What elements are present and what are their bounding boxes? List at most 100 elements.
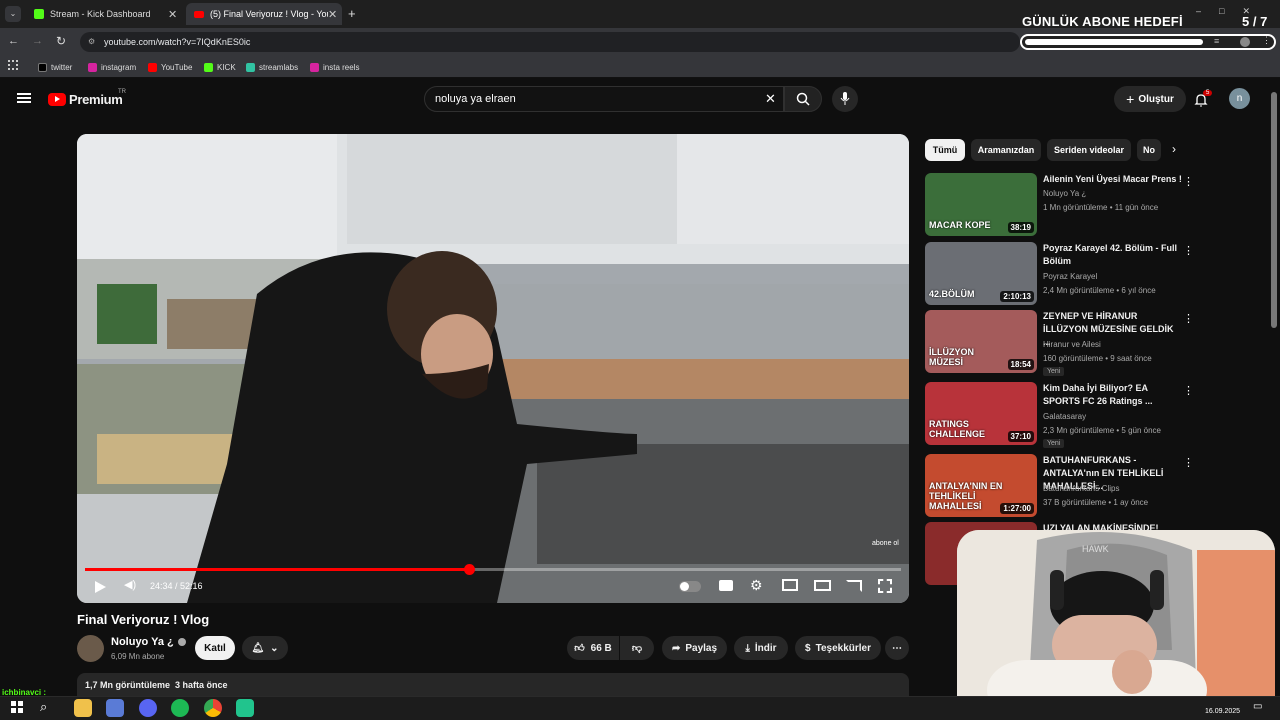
create-button[interactable]: + Oluştur <box>1114 86 1186 112</box>
recommendation-card[interactable]: 42.BÖLÜM 2:10:13 Poyraz Karayel 42. Bölüm … <box>925 242 1270 306</box>
site-info-icon[interactable]: ⚙ <box>88 37 95 46</box>
logo-region: TR <box>118 89 126 95</box>
bookmark-kick[interactable]: KICK <box>204 60 236 74</box>
recommendation-title[interactable]: Poyraz Karayel 42. Bölüm - Full Bölüm <box>1043 242 1183 268</box>
discord-icon[interactable] <box>139 699 157 717</box>
video-thumbnail[interactable]: ANTALYA'NIN EN TEHLİKELİ MAHALLESİ 1:27:0… <box>925 454 1037 517</box>
verified-check-icon <box>177 638 186 646</box>
channel-avatar[interactable] <box>77 635 104 662</box>
recommendation-channel[interactable]: Noluyo Ya ¿ <box>1043 189 1086 198</box>
youtube-logo[interactable]: Premium <box>48 92 123 107</box>
recommendation-channel[interactable]: Hiranur ve Ailesi <box>1043 340 1101 349</box>
streamlabs-icon <box>246 62 255 72</box>
recommendation-title[interactable]: Kim Daha İyi Biliyor? EA SPORTS FC 26 Ra… <box>1043 382 1183 408</box>
tab-kick-dashboard[interactable]: Stream - Kick Dashboard ✕ <box>26 3 182 25</box>
dislike-button[interactable]: 👎︎ <box>620 636 654 660</box>
share-button[interactable]: ➦ Paylaş <box>662 636 727 660</box>
play-button[interactable] <box>95 581 106 593</box>
app-green-icon[interactable] <box>236 699 254 717</box>
chrome-icon[interactable] <box>204 699 222 717</box>
more-actions-button[interactable]: ⋯ <box>885 636 909 660</box>
chip-series[interactable]: Seriden videolar <box>1047 139 1131 161</box>
recommendation-card[interactable]: İLLÜZYON MÜZESİ 18:54 ZEYNEP VE HİRANUR İL… <box>925 310 1270 376</box>
spotify-icon[interactable] <box>171 699 189 717</box>
subtitles-icon[interactable] <box>719 580 733 591</box>
youtube-icon <box>148 62 157 72</box>
chevron-right-icon[interactable]: › <box>1172 142 1176 156</box>
channel-name[interactable]: Noluyo Ya ¿ <box>111 636 186 648</box>
more-vertical-icon[interactable]: ⋮ <box>1183 456 1194 469</box>
recommendation-channel[interactable]: Galatasaray <box>1043 412 1086 421</box>
more-vertical-icon[interactable]: ⋮ <box>1183 175 1194 188</box>
more-vertical-icon[interactable]: ⋮ <box>1183 244 1194 257</box>
more-vertical-icon[interactable]: ⋮ <box>1183 312 1194 325</box>
video-thumbnail[interactable]: RATINGS CHALLENGE 37:10 <box>925 382 1037 445</box>
scrubber-handle[interactable] <box>463 564 475 575</box>
subscription-bell-button[interactable]: 🔔︎ ⌄ <box>242 636 288 660</box>
like-button[interactable]: 👍︎ 66 B <box>567 636 619 660</box>
hamburger-menu-icon[interactable] <box>17 93 31 103</box>
close-icon[interactable]: ✕ <box>168 8 177 21</box>
avatar[interactable]: n <box>1229 88 1250 109</box>
join-button[interactable]: Katıl <box>195 636 235 660</box>
video-thumbnail[interactable]: İLLÜZYON MÜZESİ 18:54 <box>925 310 1037 373</box>
tab-label: Stream - Kick Dashboard <box>50 9 151 19</box>
theater-mode-icon[interactable] <box>814 580 831 591</box>
more-vertical-icon[interactable]: ⋮ <box>1183 384 1194 397</box>
bookmark-youtube[interactable]: YouTube <box>148 60 192 74</box>
apps-grid-icon[interactable] <box>8 60 18 70</box>
chip-truncated[interactable]: No <box>1137 139 1161 161</box>
file-explorer-icon[interactable] <box>74 699 92 717</box>
miniplayer-icon[interactable] <box>782 579 798 591</box>
progress-bar[interactable] <box>85 564 901 575</box>
video-thumbnail[interactable]: 42.BÖLÜM 2:10:13 <box>925 242 1037 305</box>
notifications-button[interactable]: 5 <box>1194 90 1213 108</box>
download-button[interactable]: ⤓ İndir <box>734 636 788 660</box>
chip-all[interactable]: Tümü <box>925 139 965 161</box>
bookmark-insta-reels[interactable]: insta reels <box>310 60 359 74</box>
tab-list-button[interactable]: ⌄ <box>5 6 21 22</box>
share-label: Paylaş <box>685 642 718 654</box>
recommendation-card[interactable]: RATINGS CHALLENGE 37:10 Kim Daha İyi Biliy… <box>925 382 1270 448</box>
channel-label: Galatasaray <box>1043 412 1087 421</box>
bookmark-twitter[interactable]: twitter <box>38 60 72 74</box>
video-thumbnail[interactable]: MACAR KOPE 38:19 <box>925 173 1037 236</box>
thumbnail-caption: MACAR KOPE <box>929 220 991 230</box>
tab-youtube-video[interactable]: (5) Final Veriyoruz ! Vlog - YouT ✕ <box>186 3 342 25</box>
cast-icon[interactable] <box>846 580 862 592</box>
fullscreen-icon[interactable] <box>878 579 892 593</box>
forward-arrow-icon[interactable]: → <box>32 35 43 47</box>
window-controls: –□✕ <box>1196 6 1268 16</box>
close-icon[interactable]: ✕ <box>328 8 337 21</box>
view-count: 1,7 Mn görüntüleme <box>85 680 171 690</box>
app-icon[interactable] <box>106 699 124 717</box>
voice-search-button[interactable] <box>832 86 858 112</box>
microphone-icon <box>840 92 850 105</box>
recommendation-card[interactable]: MACAR KOPE 38:19 Ailenin Yeni Üyesi Macar … <box>925 173 1270 237</box>
recommendation-channel[interactable]: Batuhanfurkan5 Clips <box>1043 484 1120 493</box>
reload-icon[interactable]: ↻ <box>56 34 66 48</box>
clear-search-icon[interactable]: ✕ <box>765 91 776 107</box>
page-scrollbar[interactable] <box>1271 92 1277 328</box>
start-windows-icon[interactable] <box>11 701 23 713</box>
new-tab-button[interactable]: + <box>348 6 356 21</box>
recommendation-title[interactable]: Ailenin Yeni Üyesi Macar Prens ! <box>1043 173 1183 186</box>
search-input[interactable]: noluya ya elraen ✕ <box>424 86 784 112</box>
recommendation-meta: 160 görüntüleme • 9 saat önce <box>1043 354 1152 363</box>
address-bar[interactable]: ⚙ youtube.com/watch?v=7IQdKnES0ic <box>80 32 1020 52</box>
taskbar-search-icon[interactable]: ⌕ <box>40 699 47 715</box>
autoplay-toggle[interactable] <box>679 581 701 592</box>
thanks-button[interactable]: $ Teşekkürler <box>795 636 881 660</box>
volume-icon[interactable]: ◀) <box>124 578 136 591</box>
bookmark-streamlabs[interactable]: streamlabs <box>246 60 298 74</box>
recommendation-card[interactable]: ANTALYA'NIN EN TEHLİKELİ MAHALLESİ 1:27:0… <box>925 454 1270 518</box>
notification-center-icon[interactable]: ▭ <box>1253 701 1262 712</box>
back-arrow-icon[interactable]: ← <box>8 35 19 47</box>
bookmark-instagram[interactable]: instagram <box>88 60 136 74</box>
settings-gear-icon[interactable]: ⚙ <box>750 577 763 594</box>
video-player[interactable]: abone ol ◀) 24:34 / 52:16 ⚙ <box>77 134 909 603</box>
recommendation-channel[interactable]: Poyraz Karayel <box>1043 272 1097 281</box>
search-button[interactable] <box>784 86 822 112</box>
chip-from-search[interactable]: Aramanızdan <box>971 139 1041 161</box>
search-query: noluya ya elraen <box>435 93 516 105</box>
